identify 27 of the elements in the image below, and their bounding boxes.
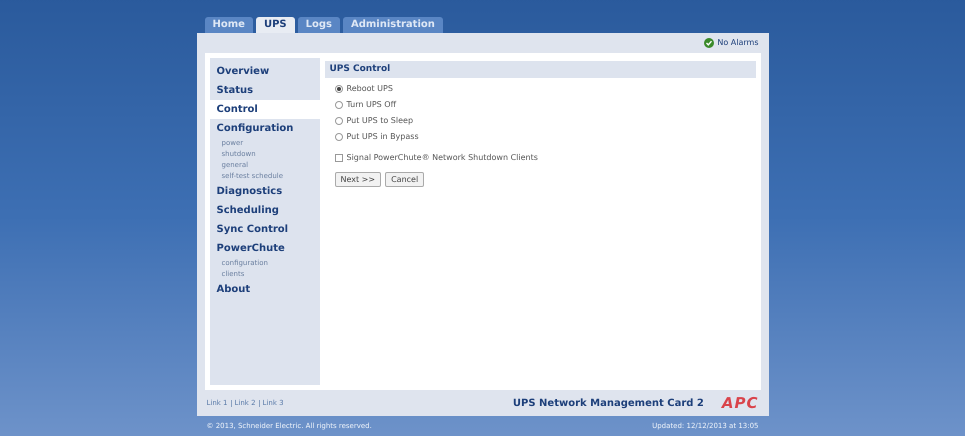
sidebar-item[interactable]: Control: [210, 100, 320, 119]
sidebar-item[interactable]: Configuration: [210, 119, 320, 138]
checkbox-label: Signal PowerChute® Network Shutdown Clients: [346, 152, 538, 164]
form-button[interactable]: Next >>: [334, 172, 382, 187]
form-button[interactable]: Cancel: [385, 172, 424, 187]
radio-label: Turn UPS Off: [346, 99, 396, 111]
sidebar-item[interactable]: Sync Control: [210, 220, 320, 239]
sidebar-item[interactable]: Scheduling: [210, 201, 320, 220]
sidebar-item[interactable]: PowerChute: [210, 239, 320, 258]
product-name: UPS Network Management Card 2: [512, 396, 704, 410]
sidebar-item[interactable]: Diagnostics: [210, 182, 320, 201]
radio-button[interactable]: [334, 133, 342, 141]
sidebar-item[interactable]: Status: [210, 81, 320, 100]
alarm-status: No Alarms: [717, 37, 758, 49]
radio-button[interactable]: [334, 117, 342, 125]
checkbox[interactable]: [334, 154, 342, 162]
section-header: UPS Control: [324, 61, 756, 78]
sidebar-item[interactable]: About: [210, 280, 320, 299]
radio-label: Reboot UPS: [346, 83, 393, 95]
radio-label: Put UPS to Sleep: [346, 115, 414, 127]
radio-button[interactable]: [334, 85, 342, 93]
brand-logo: APC: [722, 392, 758, 414]
radio-label: Put UPS in Bypass: [346, 131, 419, 143]
sidebar-item[interactable]: Overview: [210, 62, 320, 81]
nav-tab[interactable]: UPS: [256, 17, 295, 33]
check-circle-icon: [704, 38, 714, 48]
radio-button[interactable]: [334, 101, 342, 109]
